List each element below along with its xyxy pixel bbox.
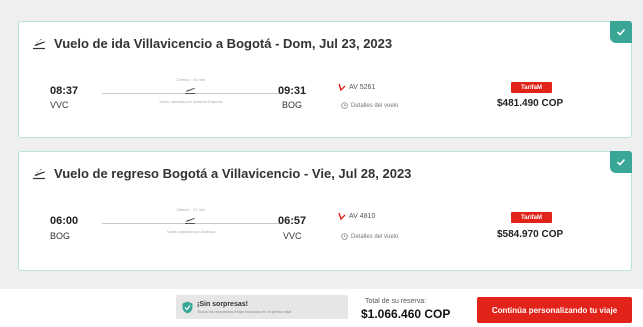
clock-icon	[341, 102, 348, 109]
total-value: $1.066.460 COP	[361, 307, 451, 321]
continue-button[interactable]: Continúa personalizando tu viaje	[477, 297, 632, 323]
no-surprises-title: ¡Sin sorpresas!	[197, 300, 248, 308]
return-price: $584.970 COP	[497, 229, 564, 240]
outbound-departure-code: VVC	[50, 100, 69, 110]
return-operator: Vuelo operado por Avianca	[167, 229, 215, 234]
total-label: Total de su reserva:	[365, 298, 427, 305]
departure-plane-icon	[33, 168, 45, 179]
selected-check-icon	[610, 151, 632, 173]
return-fare-badge: TarifaM	[511, 212, 552, 223]
outbound-fare-badge: TarifaM	[511, 82, 552, 93]
outbound-price: $481.490 COP	[497, 98, 564, 109]
shield-check-icon	[182, 301, 193, 313]
departure-plane-icon	[33, 38, 45, 49]
return-arrival-code: VVC	[283, 231, 302, 241]
plane-icon	[185, 87, 195, 94]
return-arrival-time: 06:57	[278, 215, 307, 227]
outbound-title-text: Vuelo de ida Villavicencio a Bogotá - Do…	[54, 36, 393, 51]
plane-icon	[185, 217, 195, 224]
avianca-logo-icon	[338, 83, 346, 91]
outbound-departure-time: 08:37	[50, 85, 79, 97]
return-title-text: Vuelo de regreso Bogotá a Villavicencio …	[54, 166, 412, 181]
no-surprises-subtitle: Todos los impuestos están incluidos en e…	[197, 308, 292, 314]
return-flight-number: AV 4810	[338, 212, 375, 220]
outbound-flight-number: AV 5261	[338, 83, 375, 91]
clock-icon	[341, 233, 348, 240]
no-surprises-banner: ¡Sin sorpresas! Todos los impuestos está…	[176, 295, 348, 319]
outbound-flight-card: Vuelo de ida Villavicencio a Bogotá - Do…	[18, 21, 632, 138]
outbound-title: Vuelo de ida Villavicencio a Bogotá - Do…	[32, 36, 392, 51]
outbound-arrival-time: 09:31	[278, 85, 307, 97]
return-flight-card: Vuelo de regreso Bogotá a Villavicencio …	[18, 151, 632, 271]
outbound-arrival-code: BOG	[282, 100, 303, 110]
outbound-details-link[interactable]: Detalles del vuelo	[341, 102, 398, 109]
return-departure-time: 06:00	[50, 215, 79, 227]
return-details-link[interactable]: Detalles del vuelo	[341, 233, 398, 240]
return-title: Vuelo de regreso Bogotá a Villavicencio …	[32, 166, 411, 181]
selected-check-icon	[610, 21, 632, 43]
avianca-logo-icon	[338, 212, 346, 220]
outbound-operator: Vuelo operado por Avianca Express	[159, 99, 223, 104]
outbound-duration: Directo · 54 min	[176, 77, 206, 82]
return-duration: Directo · 57 min	[176, 207, 206, 212]
return-departure-code: BOG	[50, 231, 71, 241]
